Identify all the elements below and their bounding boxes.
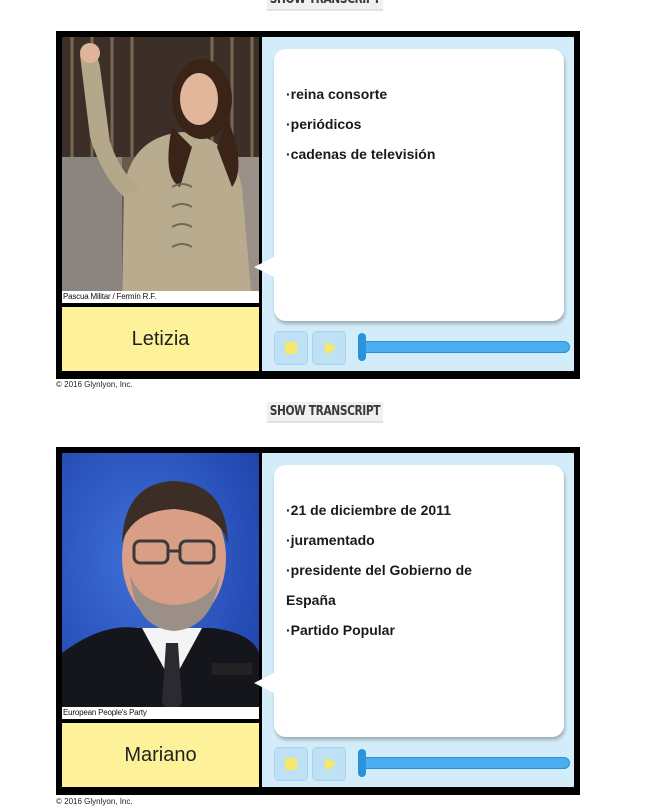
name-text: Letizia xyxy=(131,327,190,350)
portrait-image xyxy=(62,453,259,719)
stop-icon xyxy=(285,758,297,770)
flashcard-mariano: European People's Party Mariano ·21 de d… xyxy=(56,447,580,795)
list-item: ·reina consorte xyxy=(286,86,388,102)
name-text: Mariano xyxy=(124,743,197,766)
list-item: ·cadenas de televisión xyxy=(286,146,436,162)
copyright-notice: © 2016 Glynlyon, Inc. xyxy=(56,380,133,389)
show-transcript-link-top[interactable]: SHOW TRANSCRIPT xyxy=(58,0,593,11)
notes-list: ·21 de diciembre de 2011 ·juramentado ·p… xyxy=(274,465,564,645)
play-button[interactable] xyxy=(312,747,346,781)
name-label: Mariano xyxy=(62,723,259,787)
show-transcript-link[interactable]: SHOW TRANSCRIPT xyxy=(58,402,593,423)
audio-progress-handle[interactable] xyxy=(358,333,366,361)
audio-progress-track[interactable] xyxy=(360,757,570,769)
speech-bubble: ·reina consorte ·periódicos ·cadenas de … xyxy=(254,49,564,321)
portrait-image xyxy=(62,37,259,303)
list-item: ·juramentado xyxy=(286,532,375,548)
play-icon xyxy=(324,757,337,771)
audio-controls xyxy=(274,747,574,781)
speech-bubble-tail xyxy=(254,257,274,277)
audio-progress-track[interactable] xyxy=(360,341,570,353)
list-item: ·Partido Popular xyxy=(286,622,395,638)
stop-icon xyxy=(285,342,297,354)
stop-button[interactable] xyxy=(274,747,308,781)
photo-credit: Pascua Militar / Fermín R.F. xyxy=(62,291,259,303)
copyright-notice: © 2016 Glynlyon, Inc. xyxy=(56,797,133,806)
notes-panel: ·21 de diciembre de 2011 ·juramentado ·p… xyxy=(254,453,574,787)
play-icon xyxy=(324,341,337,355)
list-item: España xyxy=(286,592,336,608)
audio-progress-handle[interactable] xyxy=(358,749,366,777)
speech-bubble-tail xyxy=(254,673,274,693)
play-button[interactable] xyxy=(312,331,346,365)
audio-controls xyxy=(274,331,574,365)
notes-list: ·reina consorte ·periódicos ·cadenas de … xyxy=(274,49,564,169)
name-label: Letizia xyxy=(62,307,259,371)
portrait-photo: European People's Party xyxy=(62,453,259,719)
photo-credit: European People's Party xyxy=(62,707,259,719)
flashcard-letizia: Pascua Militar / Fermín R.F. Letizia ·re… xyxy=(56,31,580,379)
stop-button[interactable] xyxy=(274,331,308,365)
speech-bubble: ·21 de diciembre de 2011 ·juramentado ·p… xyxy=(254,465,564,737)
list-item: ·periódicos xyxy=(286,116,362,132)
list-item: ·21 de diciembre de 2011 xyxy=(286,502,451,518)
notes-panel: ·reina consorte ·periódicos ·cadenas de … xyxy=(254,37,574,371)
portrait-photo: Pascua Militar / Fermín R.F. xyxy=(62,37,259,303)
list-item: ·presidente del Gobierno de xyxy=(286,562,472,578)
